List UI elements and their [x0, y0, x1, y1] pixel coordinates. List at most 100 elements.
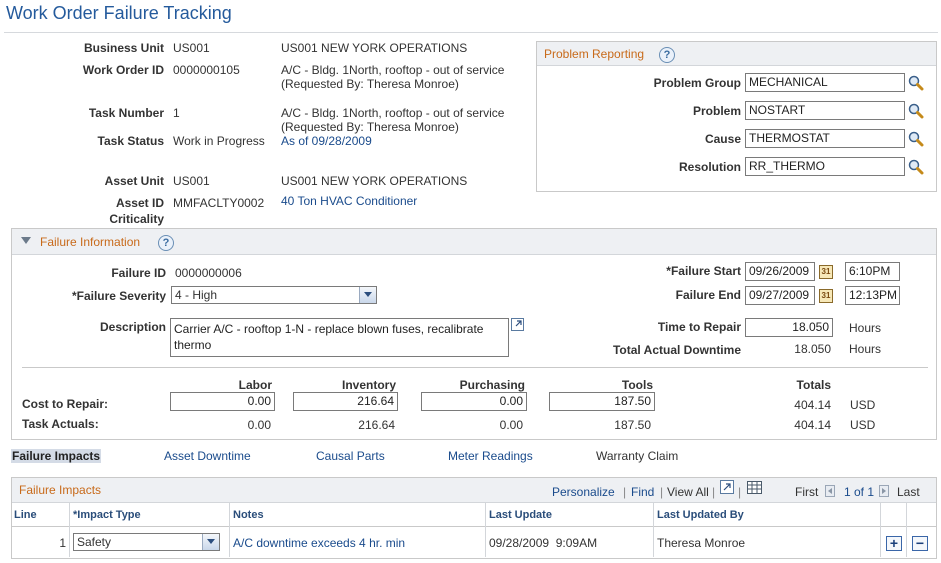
- cost-divider: [22, 367, 928, 368]
- tab-causal-parts[interactable]: Causal Parts: [316, 449, 385, 463]
- problem-group-field[interactable]: MECHANICAL: [745, 73, 905, 92]
- help-icon[interactable]: ?: [659, 47, 675, 63]
- lookup-icon[interactable]: [908, 75, 924, 91]
- view-all-link[interactable]: View All: [667, 485, 709, 499]
- description-line-1: Carrier A/C - rooftop 1-N - replace blow…: [174, 322, 484, 336]
- impact-type-select[interactable]: Safety: [73, 533, 220, 551]
- work-order-desc-1: A/C - Bldg. 1North, rooftop - out of ser…: [281, 63, 505, 77]
- time-to-repair-field[interactable]: 18.050: [745, 318, 833, 337]
- actual-purchasing-value: 0.00: [499, 418, 523, 432]
- lookup-icon[interactable]: [908, 159, 924, 175]
- separator: |: [660, 485, 664, 499]
- task-desc-2: (Requested By: Theresa Monroe): [281, 120, 459, 134]
- col-last-update: Last Update: [489, 509, 552, 521]
- work-order-value: 0000000105: [173, 63, 240, 77]
- tab-asset-downtime[interactable]: Asset Downtime: [164, 449, 251, 463]
- col-totals: Totals: [796, 378, 831, 392]
- total-downtime-value: 18.050: [794, 342, 831, 356]
- asset-unit-value: US001: [173, 174, 210, 188]
- asset-unit-desc: US001 NEW YORK OPERATIONS: [281, 174, 468, 188]
- failure-severity-label: *Failure Severity: [71, 289, 166, 303]
- actual-labor-value: 0.00: [247, 418, 271, 432]
- download-icon[interactable]: [747, 481, 762, 494]
- resolution-label: Resolution: [679, 160, 741, 174]
- row-notes-link[interactable]: A/C downtime exceeds 4 hr. min: [233, 536, 405, 550]
- actual-inventory-value: 216.64: [358, 418, 395, 432]
- cost-tools-field[interactable]: 187.50: [549, 392, 655, 411]
- resolution-field[interactable]: RR_THERMO: [745, 157, 905, 176]
- calendar-icon[interactable]: 31: [819, 289, 833, 303]
- col-impact-type: *Impact Type: [73, 509, 141, 521]
- failure-start-label: *Failure Start: [666, 264, 741, 278]
- separator: |: [738, 485, 742, 499]
- actual-currency: USD: [850, 418, 876, 432]
- row-updated-by: Theresa Monroe: [657, 536, 746, 550]
- business-unit-value: US001: [173, 41, 210, 55]
- delete-row-icon[interactable]: −: [912, 536, 928, 551]
- dropdown-arrow-icon[interactable]: [202, 534, 219, 550]
- failure-end-label: Failure End: [675, 288, 741, 302]
- time-to-repair-label: Time to Repair: [657, 320, 741, 334]
- cost-to-repair-label: Cost to Repair:: [22, 397, 109, 411]
- find-link[interactable]: Find: [631, 485, 654, 499]
- page-title: Work Order Failure Tracking: [6, 3, 232, 23]
- criticality-label: Criticality: [109, 212, 164, 226]
- col-line: Line: [14, 509, 37, 521]
- task-actuals-label: Task Actuals:: [22, 417, 99, 431]
- page-range: 1 of 1: [844, 485, 875, 499]
- grid-column-header-row: [12, 503, 936, 527]
- description-textarea[interactable]: Carrier A/C - rooftop 1-N - replace blow…: [170, 318, 509, 357]
- task-status-label: Task Status: [97, 134, 164, 148]
- asset-id-link[interactable]: 40 Ton HVAC Conditioner: [281, 194, 417, 208]
- task-status-link[interactable]: As of 09/28/2009: [281, 134, 372, 148]
- tab-warranty-claim[interactable]: Warranty Claim: [596, 449, 678, 463]
- dropdown-arrow-icon[interactable]: [359, 287, 376, 303]
- failure-severity-select[interactable]: 4 - High: [171, 286, 377, 304]
- failure-end-date-field[interactable]: 09/27/2009: [745, 286, 815, 305]
- prev-arrow-icon[interactable]: [825, 485, 835, 497]
- description-line-2: thermo: [174, 338, 212, 352]
- col-purchasing: Purchasing: [459, 378, 525, 392]
- grid-title: Failure Impacts: [19, 483, 102, 497]
- cause-field[interactable]: THERMOSTAT: [745, 129, 905, 148]
- tab-failure-impacts[interactable]: Failure Impacts: [11, 449, 102, 463]
- asset-id-label: Asset ID: [115, 196, 164, 210]
- actual-tools-value: 187.50: [614, 418, 651, 432]
- collapse-triangle-icon[interactable]: [20, 236, 32, 246]
- calendar-icon[interactable]: 31: [819, 265, 833, 279]
- work-order-label: Work Order ID: [82, 63, 164, 77]
- add-row-icon[interactable]: +: [886, 536, 902, 551]
- next-arrow-icon[interactable]: [879, 485, 889, 497]
- failure-end-time-field[interactable]: 12:13PM: [845, 286, 900, 305]
- help-icon[interactable]: ?: [158, 235, 174, 251]
- description-label: Description: [99, 320, 166, 334]
- expand-icon[interactable]: [511, 318, 524, 331]
- col-last-updated-by: Last Updated By: [657, 509, 744, 521]
- time-to-repair-unit: Hours: [849, 321, 882, 335]
- cost-currency: USD: [850, 398, 876, 412]
- cost-purchasing-field[interactable]: 0.00: [421, 392, 527, 411]
- problem-field[interactable]: NOSTART: [745, 101, 905, 120]
- title-divider: [4, 32, 938, 33]
- asset-unit-label: Asset Unit: [104, 174, 164, 188]
- first-link[interactable]: First: [795, 485, 818, 499]
- failure-start-time-field[interactable]: 6:10PM: [845, 262, 900, 281]
- failure-info-header: [12, 229, 936, 255]
- actual-total-value: 404.14: [794, 418, 831, 432]
- cost-labor-field[interactable]: 0.00: [170, 392, 275, 411]
- tab-meter-readings[interactable]: Meter Readings: [448, 449, 533, 463]
- cost-inventory-field[interactable]: 216.64: [293, 392, 398, 411]
- lookup-icon[interactable]: [908, 103, 924, 119]
- failure-start-date-field[interactable]: 09/26/2009: [745, 262, 815, 281]
- personalize-link[interactable]: Personalize: [552, 485, 615, 499]
- total-downtime-unit: Hours: [849, 342, 882, 356]
- zoom-grid-icon[interactable]: [720, 480, 734, 494]
- business-unit-desc: US001 NEW YORK OPERATIONS: [281, 41, 468, 55]
- separator: |: [712, 485, 716, 499]
- failure-info-title[interactable]: Failure Information: [40, 235, 140, 249]
- business-unit-label: Business Unit: [83, 41, 164, 55]
- task-number-label: Task Number: [88, 106, 164, 120]
- cost-total-value: 404.14: [794, 398, 831, 412]
- lookup-icon[interactable]: [908, 131, 924, 147]
- last-link[interactable]: Last: [897, 485, 920, 499]
